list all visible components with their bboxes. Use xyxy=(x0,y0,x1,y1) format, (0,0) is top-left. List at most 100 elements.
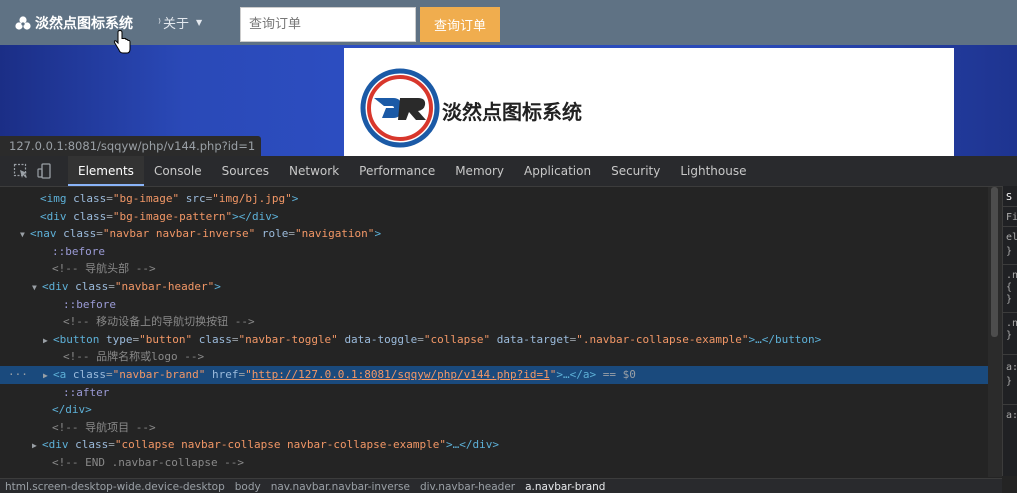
breadcrumb-item[interactable]: a.navbar-brand xyxy=(520,481,610,493)
breadcrumb-item[interactable]: div.navbar-header xyxy=(415,481,520,493)
scrollbar-thumb[interactable] xyxy=(991,187,998,337)
divider xyxy=(1003,264,1017,265)
tab-security[interactable]: Security xyxy=(601,156,670,186)
expand-right-icon: ▶ xyxy=(43,335,48,345)
tag-name: <img xyxy=(40,192,74,205)
attr-name: src xyxy=(185,192,206,205)
dom-node[interactable]: <!-- 导航项目 --> xyxy=(0,419,988,437)
tag-close: >…</div> xyxy=(446,438,499,452)
tab-console[interactable]: Console xyxy=(144,156,212,186)
tag-close: >…</a> xyxy=(556,368,597,381)
html-comment: <!-- 品牌名称或logo --> xyxy=(63,350,205,364)
dom-node[interactable]: <!-- 导航头部 --> xyxy=(0,260,988,278)
tag-close: ></div> xyxy=(232,209,279,223)
pseudo-element: ::after xyxy=(63,385,110,399)
breadcrumb-item[interactable]: body xyxy=(230,481,266,493)
dom-node[interactable]: <img class="bg-image" src="img/bj.jpg"> xyxy=(0,190,988,208)
dom-node[interactable]: <div class="bg-image-pattern"></div> xyxy=(0,208,988,226)
tab-network[interactable]: Network xyxy=(279,156,349,186)
href-link: http://127.0.0.1:8081/sqqyw/php/v144.php… xyxy=(251,368,550,381)
order-search-button[interactable]: 查询订单 xyxy=(420,7,500,42)
style-fragment: el xyxy=(1006,232,1017,243)
attr-name: class xyxy=(75,280,109,293)
navbar: 淡然点图标系统 ⁾ 关于 ▼ 查询订单 xyxy=(0,0,1017,45)
tab-lighthouse[interactable]: Lighthouse xyxy=(670,156,756,186)
styles-pane[interactable]: S Fi el} .n{} .n} a:} a: xyxy=(1002,186,1017,476)
attr-name: type xyxy=(105,332,133,346)
logo-card: 淡然点图标系统 xyxy=(344,48,954,156)
tab-elements[interactable]: Elements xyxy=(68,156,144,186)
hand-pointer-icon xyxy=(113,30,131,54)
rss-icon: ⁾ xyxy=(158,15,161,30)
tag-close: > xyxy=(214,280,221,293)
dom-node[interactable]: ::before xyxy=(0,296,988,314)
attr-value: "navbar-toggle" xyxy=(238,332,338,346)
dom-tree-scrollbar[interactable] xyxy=(988,187,1002,477)
attr-name: class xyxy=(75,438,109,452)
attr-value: "button" xyxy=(139,332,193,346)
inspect-element-icon[interactable] xyxy=(13,163,29,179)
attr-name: href xyxy=(211,368,239,381)
expand-down-icon: ▼ xyxy=(32,283,37,292)
attr-name: class xyxy=(198,332,232,346)
style-fragment: a: xyxy=(1006,362,1017,373)
divider xyxy=(1003,312,1017,313)
card-title: 淡然点图标系统 xyxy=(442,100,582,124)
devtools-panel: Elements Console Sources Network Performance… xyxy=(0,156,1017,493)
dom-node[interactable]: ▶ <button type="button" class="navbar-tog… xyxy=(0,331,988,349)
attr-value: "navbar-header" xyxy=(114,280,215,293)
style-fragment: Fi xyxy=(1006,212,1017,223)
attr-value: "navigation" xyxy=(294,227,375,241)
attr-name: class xyxy=(73,192,107,205)
attr-value: "bg-image-pattern" xyxy=(112,209,233,223)
dom-node[interactable]: <!-- 移动设备上的导航切换按钮 --> xyxy=(0,313,988,331)
dom-node[interactable]: ▶ <div class="collapse navbar-collapse na… xyxy=(0,436,988,454)
breadcrumb-item[interactable]: nav.navbar.navbar-inverse xyxy=(266,481,415,493)
about-label: 关于 xyxy=(162,17,189,32)
expand-right-icon: ▶ xyxy=(43,371,48,380)
tab-memory[interactable]: Memory xyxy=(445,156,514,186)
status-bar-url: 127.0.0.1:8081/sqqyw/php/v144.php?id=1 xyxy=(0,136,262,156)
dom-node[interactable]: ::after xyxy=(0,384,988,402)
pseudo-element: ::before xyxy=(63,297,116,311)
dom-node[interactable]: ▼ <nav class="navbar navbar-inverse" role… xyxy=(0,225,988,243)
tag-name: <div xyxy=(40,209,74,223)
attr-name: class xyxy=(72,368,106,381)
divider xyxy=(1003,226,1017,227)
html-comment: <!-- 导航项目 --> xyxy=(52,420,156,434)
order-search-input[interactable] xyxy=(240,7,416,42)
devtools-tabbar: Elements Console Sources Network Performance… xyxy=(0,156,1017,187)
about-dropdown[interactable]: ⁾ 关于 ▼ xyxy=(158,13,202,33)
dom-node[interactable]: <!-- END .navbar-collapse --> xyxy=(0,454,988,472)
style-fragment: } xyxy=(1006,330,1013,341)
style-fragment: a: xyxy=(1006,410,1017,421)
ellipsis-icon: ··· xyxy=(8,368,28,381)
attr-value: "bg-image" xyxy=(112,192,180,205)
breadcrumb: html.screen-desktop-wide.device-desktop b… xyxy=(0,478,1002,493)
brand-logo-icon xyxy=(15,16,31,30)
breadcrumb-item[interactable]: html.screen-desktop-wide.device-desktop xyxy=(0,481,230,493)
device-toolbar-icon[interactable] xyxy=(37,163,53,179)
dom-node[interactable]: ::before xyxy=(0,243,988,261)
html-comment: <!-- 导航头部 --> xyxy=(52,262,156,276)
dom-node-selected[interactable]: ··· ▶ <a class="navbar-brand" href="http:/… xyxy=(0,366,988,384)
attr-name: role xyxy=(261,227,289,241)
tag-close: >…</button> xyxy=(748,332,822,346)
tag-name: <button xyxy=(53,332,106,346)
divider xyxy=(1003,404,1017,405)
tag-name: <nav xyxy=(30,227,64,241)
attr-name: class xyxy=(63,227,97,241)
tag-name: </div> xyxy=(52,403,92,417)
tab-performance[interactable]: Performance xyxy=(349,156,445,186)
attr-name: class xyxy=(73,209,107,223)
dom-tree: <img class="bg-image" src="img/bj.jpg"> <… xyxy=(0,187,988,477)
dom-node[interactable]: </div> xyxy=(0,401,988,419)
dom-node[interactable]: <!-- 品牌名称或logo --> xyxy=(0,348,988,366)
attr-value: "collapse" xyxy=(423,332,491,346)
dom-node[interactable]: ▼ <div class="navbar-header"> xyxy=(0,278,988,296)
style-fragment: } xyxy=(1006,246,1013,257)
tab-sources[interactable]: Sources xyxy=(212,156,279,186)
tab-application[interactable]: Application xyxy=(514,156,601,186)
style-fragment: } xyxy=(1006,376,1013,387)
attr-value: "navbar navbar-inverse" xyxy=(102,227,256,241)
